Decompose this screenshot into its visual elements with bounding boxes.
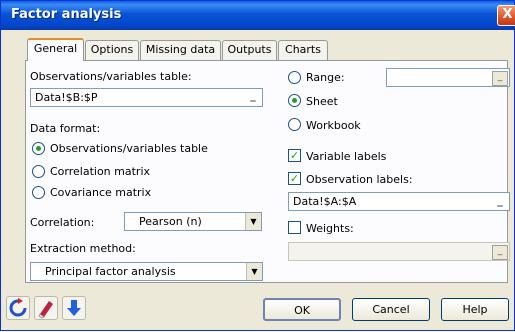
observation-labels-select-button[interactable]: _	[492, 195, 508, 210]
dialog-title: Factor analysis	[11, 7, 122, 22]
obs-table-value: Data!$B:$P	[35, 91, 98, 104]
general-panel: Observations/variables table: Data!$B:$P…	[25, 60, 510, 283]
tab-charts[interactable]: Charts	[278, 40, 328, 60]
extraction-method-label: Extraction method:	[30, 242, 136, 255]
correlation-label: Correlation:	[30, 216, 95, 229]
down-button[interactable]	[62, 296, 86, 320]
correlation-select[interactable]: Pearson (n) ▼	[124, 212, 262, 231]
help-button[interactable]: Help	[441, 298, 509, 321]
radio-workbook[interactable]	[288, 118, 301, 131]
covariance-matrix-option: Covariance matrix	[50, 186, 152, 199]
weights-checkbox[interactable]	[288, 221, 301, 234]
reset-button[interactable]	[6, 296, 30, 320]
tab-options[interactable]: Options	[85, 40, 139, 60]
button-bar: OK Cancel Help	[1, 288, 514, 332]
correlation-matrix-option: Correlation matrix	[50, 165, 151, 178]
down-arrow-icon	[67, 300, 81, 316]
weights-label: Weights:	[306, 222, 354, 235]
sheet-label: Sheet	[306, 95, 338, 108]
title-bar[interactable]: Factor analysis X	[1, 1, 515, 30]
extraction-method-select[interactable]: Principal factor analysis ▼	[30, 262, 263, 281]
observation-labels-value: Data!$A:$A	[293, 195, 357, 208]
reset-icon	[9, 298, 27, 317]
tab-missing-data[interactable]: Missing data	[140, 40, 221, 60]
variable-labels-label: Variable labels	[306, 150, 387, 163]
data-format-label: Data format:	[30, 122, 101, 135]
ok-button-label: OK	[294, 304, 310, 317]
help-button-label: Help	[462, 303, 488, 316]
close-icon: X	[502, 7, 513, 22]
radio-range[interactable]	[288, 71, 301, 84]
obs-table-field[interactable]: Data!$B:$P	[30, 88, 263, 107]
range-label: Range:	[306, 71, 345, 84]
variable-labels-checkbox[interactable]: ✓	[288, 149, 301, 162]
close-button[interactable]: X	[497, 5, 515, 26]
weights-field[interactable]	[288, 242, 510, 261]
weights-select-button[interactable]: _	[492, 245, 508, 260]
radio-correlation-matrix[interactable]	[32, 165, 45, 178]
range-select-button[interactable]: _	[492, 71, 508, 86]
chevron-down-icon: ▼	[246, 263, 262, 280]
factor-analysis-dialog: Factor analysis X General Options Missin…	[0, 0, 515, 331]
workbook-label: Workbook	[306, 119, 361, 132]
radio-obs-variables-table[interactable]	[32, 142, 45, 155]
correlation-value: Pearson (n)	[139, 215, 202, 228]
tab-general[interactable]: General	[27, 38, 84, 61]
observation-labels-label: Observation labels:	[306, 173, 413, 186]
obs-variables-table-option: Observations/variables table	[50, 142, 208, 155]
observation-labels-checkbox[interactable]: ✓	[288, 172, 301, 185]
eraser-icon	[38, 301, 53, 319]
obs-table-label: Observations/variables table:	[30, 70, 192, 83]
cancel-button[interactable]: Cancel	[352, 298, 430, 321]
extraction-method-value: Principal factor analysis	[45, 265, 176, 278]
cancel-button-label: Cancel	[372, 303, 410, 316]
ok-button[interactable]: OK	[263, 298, 341, 321]
observation-labels-field[interactable]: Data!$A:$A	[288, 192, 510, 211]
obs-table-select-button[interactable]: _	[245, 90, 261, 105]
radio-sheet[interactable]	[288, 94, 301, 107]
clear-button[interactable]	[34, 296, 58, 320]
tab-outputs[interactable]: Outputs	[222, 40, 277, 60]
chevron-down-icon: ▼	[245, 213, 261, 230]
radio-covariance-matrix[interactable]	[32, 186, 45, 199]
